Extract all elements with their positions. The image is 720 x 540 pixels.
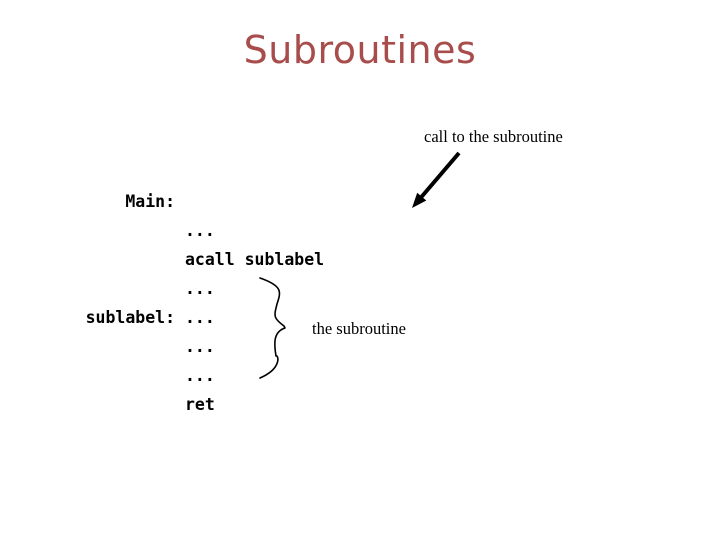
code-text-ret: ret [185, 395, 215, 414]
the-subroutine-label: the subroutine [312, 319, 406, 338]
call-to-subroutine-label: call to the subroutine [424, 127, 563, 146]
code-text-6: ... [185, 366, 215, 385]
slide-canvas: Subroutines Main: ... acall sublabel ...… [0, 0, 720, 540]
code-line-3: ... [0, 216, 420, 298]
code-line-4: ... [0, 245, 420, 327]
page-title: Subroutines [243, 28, 477, 72]
code-line-1: Main: ... [0, 158, 420, 240]
code-line-5: sublabel: ... [0, 274, 420, 356]
code-line-2: acall sublabel [0, 187, 420, 269]
